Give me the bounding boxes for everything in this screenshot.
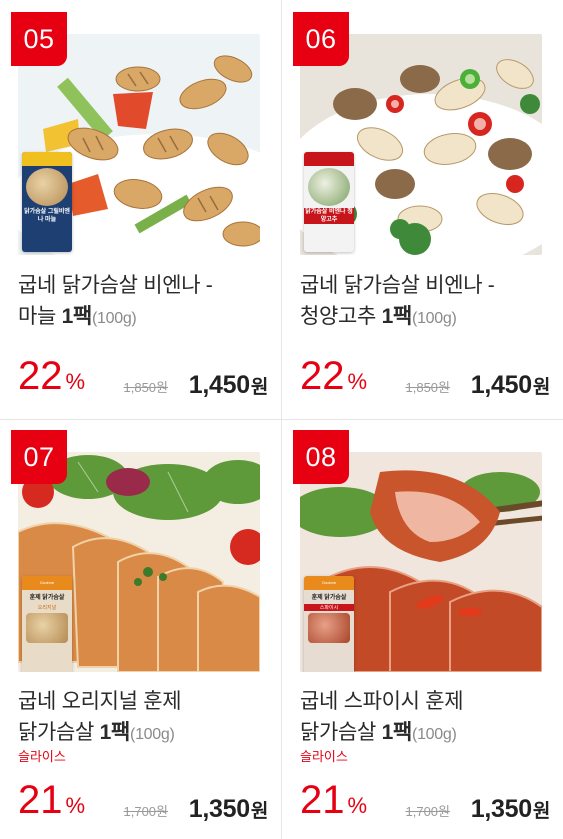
product-card[interactable]: 07 Goobne 훈제 닭가슴살 오리지널 굽네 오리지널 훈제 닭가슴살 1… [0, 420, 281, 839]
price-row: 22% 1,850원 1,450원 [300, 354, 551, 404]
product-grid: 05 닭가슴살 그릴비엔나 마늘 굽네 닭가슴살 비엔나 - 마늘 1팩(100… [0, 0, 563, 839]
product-card[interactable]: 05 닭가슴살 그릴비엔나 마늘 굽네 닭가슴살 비엔나 - 마늘 1팩(100… [0, 0, 281, 419]
sale-price: 1,350원 [188, 795, 269, 823]
price-row: 21% 1,700원 1,350원 [300, 778, 551, 828]
original-price: 1,700원 [123, 804, 169, 819]
option-label: 슬라이스 [18, 749, 66, 764]
product-card[interactable]: 08 Goobne 훈제 닭가슴살 스파이시 굽네 스파이시 훈제 닭가슴살 1… [282, 420, 563, 839]
sale-price: 1,450원 [188, 371, 269, 399]
pack-count: 1팩 [61, 305, 93, 328]
rank-badge: 06 [293, 12, 349, 66]
product-title[interactable]: 굽네 스파이시 훈제 닭가슴살 1팩(100g) [300, 686, 550, 750]
package-pouch: 닭가슴살 그릴비엔나 마늘 [22, 152, 72, 252]
price-row: 22% 1,850원 1,450원 [18, 354, 269, 404]
product-card[interactable]: 06 닭가슴살 비엔나 청양고추 굽네 닭가슴살 비엔나 - 청양고추 1팩(1… [282, 0, 563, 419]
weight: (100g) [130, 726, 175, 743]
price-row: 21% 1,700원 1,350원 [18, 778, 269, 828]
product-title[interactable]: 굽네 닭가슴살 비엔나 - 청양고추 1팩(100g) [300, 270, 550, 334]
product-name-line1: 굽네 스파이시 훈제 [300, 690, 464, 713]
pack-count: 1팩 [99, 721, 131, 744]
product-image[interactable]: Goobne 훈제 닭가슴살 오리지널 [18, 452, 260, 672]
original-price: 1,850원 [123, 380, 169, 395]
product-name-line2: 마늘 [18, 305, 57, 328]
rank-badge: 05 [11, 12, 67, 66]
discount-rate: 22% [18, 354, 86, 398]
original-price: 1,850원 [405, 380, 451, 395]
rank-badge: 08 [293, 430, 349, 484]
original-price: 1,700원 [405, 804, 451, 819]
package-pouch: Goobne 훈제 닭가슴살 스파이시 [304, 576, 354, 672]
product-image[interactable]: 닭가슴살 비엔나 청양고추 [300, 34, 542, 255]
product-title[interactable]: 굽네 닭가슴살 비엔나 - 마늘 1팩(100g) [18, 270, 268, 334]
pack-count: 1팩 [381, 721, 413, 744]
discount-rate: 21% [18, 778, 86, 822]
package-pouch: Goobne 훈제 닭가슴살 오리지널 [22, 576, 72, 672]
product-name-line2: 청양고추 [300, 305, 377, 328]
pack-count: 1팩 [381, 305, 413, 328]
product-name-line1: 굽네 오리지널 훈제 [18, 690, 182, 713]
rank-badge: 07 [11, 430, 67, 484]
product-name-line1: 굽네 닭가슴살 비엔나 - [300, 274, 495, 297]
product-image[interactable]: Goobne 훈제 닭가슴살 스파이시 [300, 452, 542, 672]
discount-rate: 21% [300, 778, 368, 822]
product-title[interactable]: 굽네 오리지널 훈제 닭가슴살 1팩(100g) [18, 686, 268, 750]
product-image[interactable]: 닭가슴살 그릴비엔나 마늘 [18, 34, 260, 255]
discount-rate: 22% [300, 354, 368, 398]
weight: (100g) [412, 310, 457, 327]
weight: (100g) [92, 310, 137, 327]
product-name-line2: 닭가슴살 [300, 721, 377, 744]
package-pouch: 닭가슴살 비엔나 청양고추 [304, 152, 354, 252]
option-label: 슬라이스 [300, 749, 348, 764]
sale-price: 1,350원 [470, 795, 551, 823]
product-name-line1: 굽네 닭가슴살 비엔나 - [18, 274, 213, 297]
sale-price: 1,450원 [470, 371, 551, 399]
weight: (100g) [412, 726, 457, 743]
product-name-line2: 닭가슴살 [18, 721, 95, 744]
